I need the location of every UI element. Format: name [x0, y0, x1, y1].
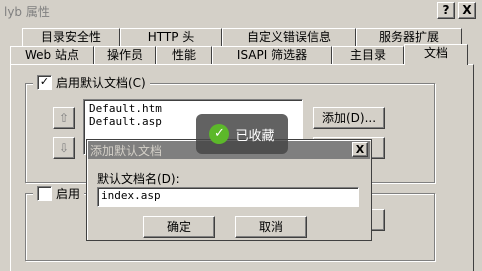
help-button[interactable]: ?	[437, 2, 455, 19]
window-title: lyb 属性	[4, 5, 50, 19]
toast-text: 已收藏	[235, 128, 275, 144]
enable-footer-row[interactable]: 启用	[33, 185, 85, 201]
enable-default-row[interactable]: ✓ 启用默认文档(C)	[33, 74, 150, 90]
tab-documents[interactable]: 文档	[404, 44, 468, 65]
move-up-button[interactable]: ⇧	[53, 107, 75, 129]
enable-default-label: 启用默认文档(C)	[56, 75, 146, 90]
document-name-label: 默认文档名(D):	[97, 172, 180, 186]
enable-footer-label: 启用	[56, 186, 81, 201]
tab-operators[interactable]: 操作员	[94, 46, 156, 64]
cancel-button[interactable]: 取消	[235, 216, 307, 238]
tab-web-site[interactable]: Web 站点	[10, 46, 94, 64]
check-circle-icon: ✓	[209, 124, 230, 144]
tab-row-front: Web 站点 操作员 性能 ISAPI 筛选器 主目录 文档	[10, 44, 474, 65]
tab-home-directory[interactable]: 主目录	[332, 46, 404, 64]
enable-default-checkbox[interactable]: ✓	[37, 74, 52, 90]
enable-footer-checkbox[interactable]	[37, 185, 52, 201]
move-down-button[interactable]: ⇩	[53, 137, 75, 159]
close-button[interactable]: X	[458, 2, 476, 19]
dialog-close-button[interactable]: X	[352, 142, 368, 157]
document-name-input[interactable]: index.asp	[97, 187, 359, 207]
ok-button[interactable]: 确定	[143, 216, 215, 238]
add-document-button[interactable]: 添加(D)...	[313, 107, 385, 129]
title-bar: lyb 属性 ? X	[0, 0, 482, 22]
tab-isapi-filters[interactable]: ISAPI 筛选器	[212, 46, 332, 64]
add-default-document-dialog: 添加默认文档 X 默认文档名(D): index.asp 确定 取消	[86, 139, 372, 241]
dialog-title: 添加默认文档	[90, 144, 163, 158]
toast: ✓ 已收藏	[196, 114, 288, 154]
tab-performance[interactable]: 性能	[156, 46, 212, 64]
